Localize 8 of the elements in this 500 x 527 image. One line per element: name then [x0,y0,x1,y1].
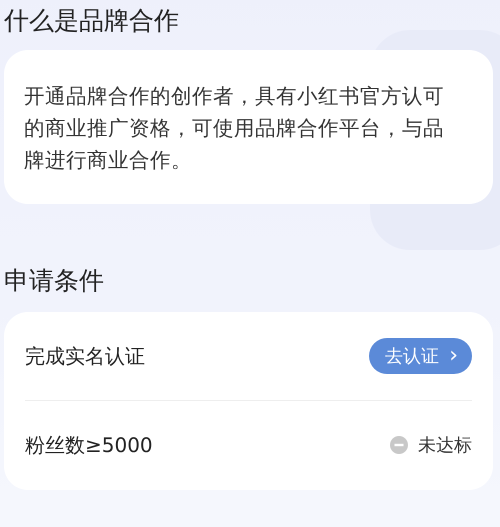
condition-label: 粉丝数≥5000 [25,432,153,458]
description-text: 开通品牌合作的创作者，具有小红书官方认可的商业推广资格，可使用品牌合作平台，与品牌进行商业合作。 [24,83,445,174]
section-title: 申请条件 [4,265,105,297]
section-title: 什么是品牌合作 [4,5,180,37]
status-text: 未达标 [418,434,472,457]
verify-button[interactable]: 去认证 › [369,338,472,374]
minus-icon [390,436,408,454]
condition-label: 完成实名认证 [25,342,145,370]
